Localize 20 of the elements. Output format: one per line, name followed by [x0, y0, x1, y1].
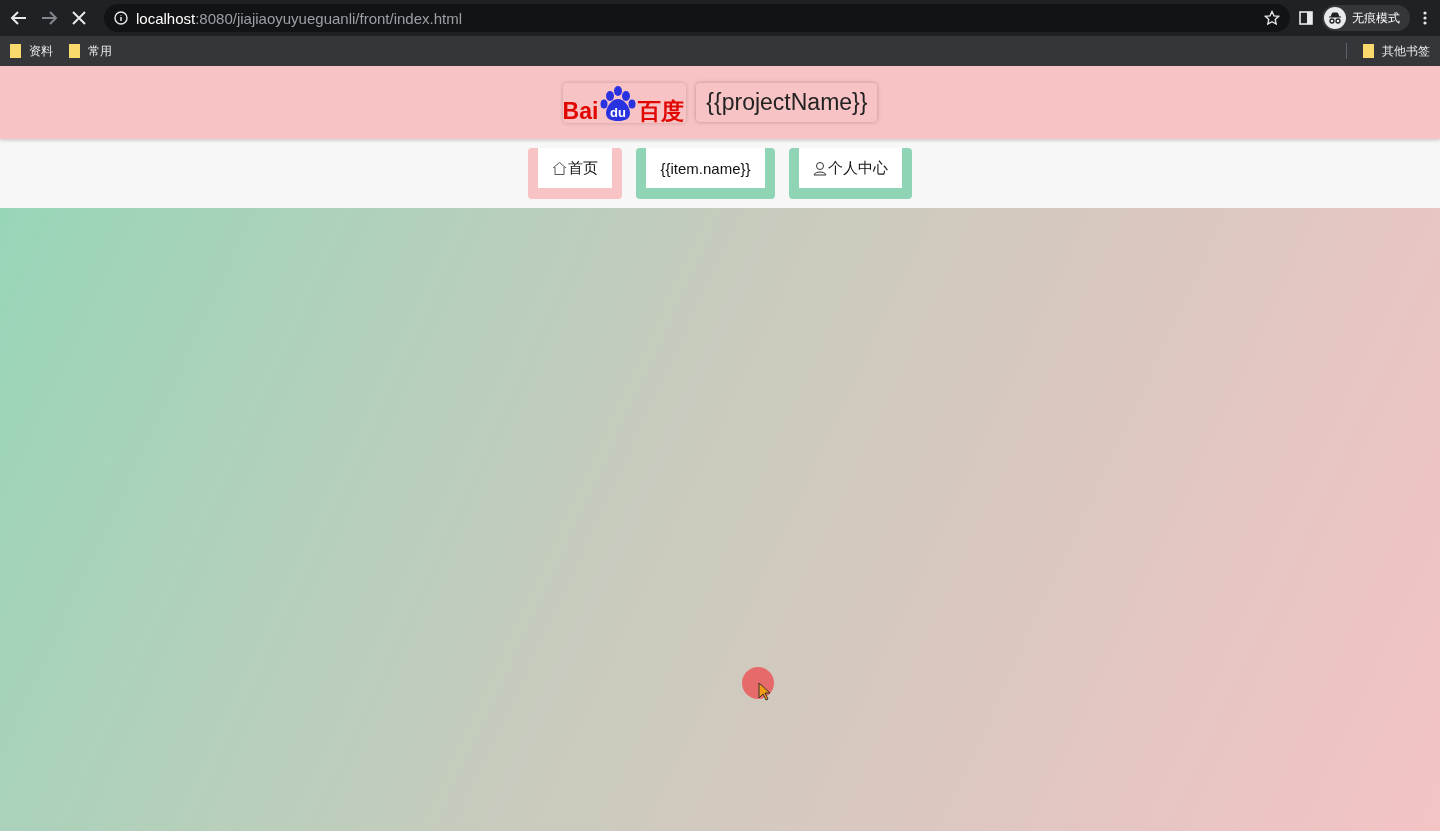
address-bar[interactable]: localhost:8080/jiajiaoyuyueguanli/front/index.html	[104, 4, 1290, 32]
bookmark-link[interactable]: 常用	[88, 42, 112, 60]
project-name: {{projectName}}	[696, 83, 878, 122]
folder-icon	[1363, 44, 1374, 58]
bookmark-link[interactable]: 其他书签	[1382, 42, 1430, 60]
nav-tab[interactable]: 个人中心	[788, 148, 912, 199]
home-icon	[552, 160, 568, 176]
star-icon[interactable]	[1264, 10, 1280, 26]
info-icon[interactable]	[114, 11, 128, 25]
side-panel-icon[interactable]	[1298, 10, 1314, 26]
url-text: localhost:8080/jiajiaoyuyueguanli/front/index.html	[136, 9, 463, 27]
incognito-button[interactable]: 无痕模式	[1322, 5, 1410, 31]
folder-icon	[69, 44, 80, 58]
user-icon	[812, 160, 827, 176]
nav-tab[interactable]: {{item.name}}	[636, 148, 775, 199]
bookmark-link[interactable]: 资料	[29, 42, 53, 60]
nav-tab[interactable]: 首页	[528, 148, 623, 199]
incognito-icon	[1324, 7, 1346, 29]
site-logo: Bai du 百度	[562, 82, 687, 123]
folder-icon	[10, 44, 21, 58]
